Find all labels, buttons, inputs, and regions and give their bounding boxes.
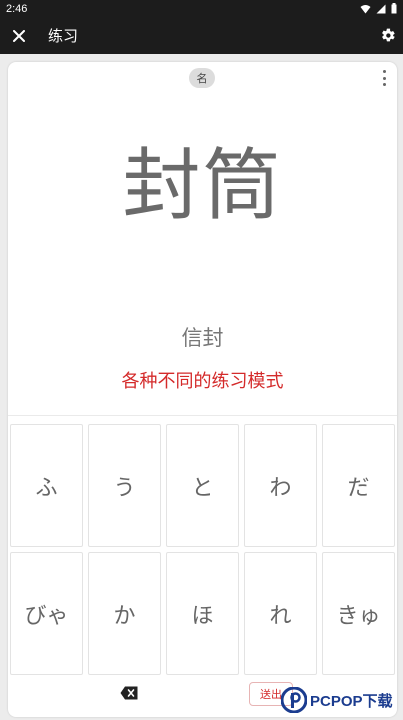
system-icons xyxy=(360,3,397,14)
close-button[interactable] xyxy=(0,17,38,54)
kana-keyboard: ふ う と わ だ びゃ か ほ れ きゅ xyxy=(10,424,395,675)
status-bar: 2:46 xyxy=(0,0,403,17)
close-icon xyxy=(13,29,25,42)
kana-key[interactable]: だ xyxy=(322,424,395,547)
kana-key[interactable]: びゃ xyxy=(10,552,83,675)
pcpop-logo-icon xyxy=(281,687,307,713)
part-of-speech-tag: 名 xyxy=(189,68,215,88)
watermark-text: PCPOP下载 xyxy=(310,692,393,710)
gear-icon xyxy=(381,28,395,42)
kana-key[interactable]: ふ xyxy=(10,424,83,547)
more-vert-icon xyxy=(382,70,386,73)
status-time: 2:46 xyxy=(6,2,28,15)
wifi-icon xyxy=(360,4,371,13)
more-options-button[interactable] xyxy=(381,70,387,86)
battery-icon xyxy=(391,3,397,14)
backspace-button[interactable] xyxy=(120,685,138,700)
word-kanji: 封筒 xyxy=(122,141,283,231)
kana-key[interactable]: う xyxy=(88,424,161,547)
flashcard: 名 封筒 信封 各种不同的练习模式 ふ う と わ だ びゃ か ほ れ きゅ … xyxy=(8,62,397,717)
app-bar: 练习 xyxy=(0,17,403,54)
pcpop-watermark: PCPOP下载 xyxy=(281,684,403,716)
divider xyxy=(8,415,397,416)
kana-key[interactable]: か xyxy=(88,552,161,675)
settings-button[interactable] xyxy=(373,17,403,54)
kana-key[interactable]: れ xyxy=(244,552,317,675)
kana-key[interactable]: きゅ xyxy=(322,552,395,675)
word-meaning: 信封 xyxy=(181,326,224,350)
kana-key[interactable]: わ xyxy=(244,424,317,547)
backspace-icon xyxy=(120,686,138,700)
kana-key[interactable]: と xyxy=(166,424,239,547)
signal-icon xyxy=(376,4,386,13)
practice-modes-caption: 各种不同的练习模式 xyxy=(121,371,284,392)
page-title: 练习 xyxy=(48,27,79,45)
kana-key[interactable]: ほ xyxy=(166,552,239,675)
